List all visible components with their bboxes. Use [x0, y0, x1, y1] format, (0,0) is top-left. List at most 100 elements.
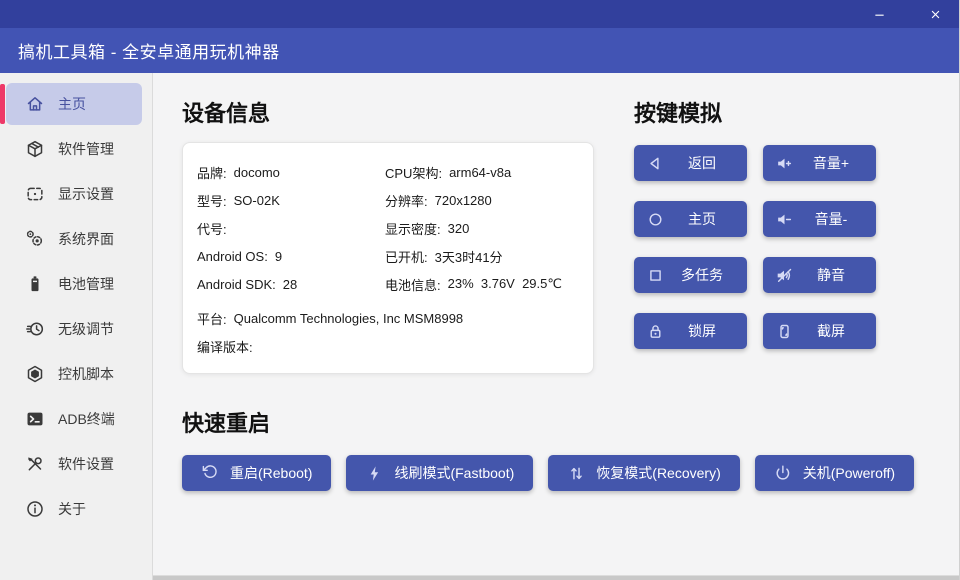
sidebar-item-hexagon[interactable]: 控机脚本 — [6, 353, 142, 395]
titlebar — [0, 0, 959, 28]
device-info-value: Qualcomm Technologies, Inc MSM8998 — [234, 311, 464, 326]
gears-icon — [25, 229, 45, 249]
screenshot-icon — [775, 322, 794, 341]
key-simulation-section: 按键模拟 返回 音量+ 主页 音量- 多任务 静音锁屏 截屏 — [634, 99, 876, 374]
key-simulation-title: 按键模拟 — [634, 99, 876, 129]
back-icon — [646, 154, 665, 173]
reboot-button-recovery[interactable]: 恢复模式(Recovery) — [548, 455, 739, 491]
lock-icon — [646, 322, 665, 341]
button-label: 锁屏 — [665, 321, 747, 341]
device-info-value: 9 — [275, 249, 282, 264]
keysim-button-mute[interactable]: 静音 — [763, 257, 876, 293]
keysim-button-lock[interactable]: 锁屏 — [634, 313, 747, 349]
bottom-strip — [153, 575, 959, 580]
device-info-value: SO-02K — [234, 193, 280, 208]
button-label: 多任务 — [665, 265, 747, 285]
keysim-button-back[interactable]: 返回 — [634, 145, 747, 181]
sidebar-item-tools[interactable]: 软件设置 — [6, 443, 142, 485]
device-info-label: 代号: — [197, 219, 227, 238]
sidebar-item-package[interactable]: 软件管理 — [6, 128, 142, 170]
device-info-value: docomo — [234, 165, 280, 180]
close-icon — [928, 7, 943, 22]
reboot-button-poweroff[interactable]: 关机(Poweroff) — [755, 455, 914, 491]
sidebar-item-label: ADB终端 — [58, 409, 115, 429]
close-button[interactable] — [919, 2, 951, 26]
volume-up-icon — [775, 154, 794, 173]
main-content: 设备信息 品牌:docomo型号:SO-02K代号:Android OS:9An… — [153, 73, 959, 580]
button-label: 返回 — [665, 153, 747, 173]
device-info-label: 已开机: — [385, 247, 428, 266]
sidebar-item-terminal[interactable]: ADB终端 — [6, 398, 142, 440]
terminal-icon — [25, 409, 45, 429]
device-info-label: CPU架构: — [385, 163, 442, 182]
device-info-card: 品牌: docomo 型号:SO-02K 代号: Android OS: 9Android… — [182, 142, 594, 374]
sidebar-item-gears[interactable]: 系统界面 — [6, 218, 142, 260]
device-info-label: Android OS: — [197, 249, 268, 264]
device-info-value: arm64-v8a — [449, 165, 511, 180]
sidebar-item-home[interactable]: 主页 — [6, 83, 142, 125]
quick-reboot-row: 重启(Reboot) 线刷模式(Fastboot) 恢复模式(Recovery) 关机… — [182, 455, 959, 491]
device-info-value: 23% 3.76V 29.5℃ — [448, 276, 562, 292]
device-info-full-rows: 平台: Qualcomm Technologies, Inc MSM8998 编译版… — [197, 304, 579, 360]
button-label: 音量+ — [794, 153, 876, 173]
button-label: 静音 — [794, 265, 876, 285]
device-info-row: Android OS: 9 — [197, 242, 385, 270]
app-title: 搞机工具箱 - 全安卓通用玩机神器 — [18, 38, 280, 63]
device-info-row: 分辨率: 720x1280 — [385, 186, 579, 214]
keysim-button-home-circle[interactable]: 主页 — [634, 201, 747, 237]
device-info-row: 型号:SO-02K — [197, 186, 385, 214]
app-header: 搞机工具箱 - 全安卓通用玩机神器 — [0, 28, 959, 73]
recovery-icon — [567, 464, 586, 483]
sidebar-item-info[interactable]: 关于 — [6, 488, 142, 530]
poweroff-icon — [774, 464, 793, 483]
button-label: 截屏 — [794, 321, 876, 341]
device-info-row: 显示密度: 320 — [385, 214, 579, 242]
device-info-value: 320 — [448, 221, 470, 236]
key-simulation-grid: 返回 音量+ 主页 音量- 多任务 静音锁屏 截屏 — [634, 145, 876, 349]
device-info-value: 3天3时41分 — [435, 247, 503, 266]
sidebar-item-label: 软件管理 — [58, 139, 114, 159]
device-info-right-column: CPU架构: arm64-v8a 分辨率: 720x1280 显示密度: 320 已开机: 3… — [385, 158, 579, 298]
device-info-label: 平台: — [197, 309, 227, 328]
quick-reboot-title: 快速重启 — [182, 409, 959, 439]
battery-icon — [25, 274, 45, 294]
device-info-value: 28 — [283, 277, 297, 292]
sidebar-item-display[interactable]: 显示设置 — [6, 173, 142, 215]
keysim-button-volume-down[interactable]: 音量- — [763, 201, 876, 237]
button-label: 音量- — [794, 209, 876, 229]
reboot-button-fastboot[interactable]: 线刷模式(Fastboot) — [346, 455, 533, 491]
reboot-icon — [201, 464, 220, 483]
minimize-button[interactable] — [863, 2, 895, 26]
volume-down-icon — [775, 210, 794, 229]
reboot-button-reboot[interactable]: 重启(Reboot) — [182, 455, 331, 491]
device-info-row: 电池信息: 23% 3.76V 29.5℃ — [385, 270, 579, 298]
device-info-row: 编译版本: — [197, 332, 579, 360]
device-info-label: 显示密度: — [385, 219, 441, 238]
quick-reboot-section: 快速重启 重启(Reboot) 线刷模式(Fastboot) 恢复模式(Recove… — [182, 409, 959, 491]
button-label: 线刷模式(Fastboot) — [394, 463, 514, 483]
keysim-button-screenshot[interactable]: 截屏 — [763, 313, 876, 349]
device-info-label: 电池信息: — [385, 275, 441, 294]
sidebar-item-label: 主页 — [58, 94, 86, 114]
minimize-icon — [872, 7, 887, 22]
sidebar-item-speed[interactable]: 无级调节 — [6, 308, 142, 350]
device-info-left-column: 品牌: docomo 型号:SO-02K 代号: Android OS: 9Android… — [197, 158, 385, 298]
device-info-label: 品牌: — [197, 163, 227, 182]
device-info-value: 720x1280 — [435, 193, 492, 208]
hexagon-icon — [25, 364, 45, 384]
keysim-button-multitask[interactable]: 多任务 — [634, 257, 747, 293]
sidebar-item-label: 关于 — [58, 499, 86, 519]
sidebar-item-label: 控机脚本 — [58, 364, 114, 384]
sidebar-item-battery[interactable]: 电池管理 — [6, 263, 142, 305]
info-icon — [25, 499, 45, 519]
button-label: 重启(Reboot) — [230, 463, 312, 483]
device-info-label: 分辨率: — [385, 191, 428, 210]
sidebar-item-label: 无级调节 — [58, 319, 114, 339]
keysim-button-volume-up[interactable]: 音量+ — [763, 145, 876, 181]
device-info-row: 品牌: docomo — [197, 158, 385, 186]
home-icon — [25, 94, 45, 114]
active-indicator — [0, 84, 5, 124]
device-info-row: 平台: Qualcomm Technologies, Inc MSM8998 — [197, 304, 579, 332]
sidebar-item-label: 系统界面 — [58, 229, 114, 249]
sidebar: 主页软件管理显示设置系统界面电池管理无级调节控机脚本 ADB终端软件设置关于 — [0, 73, 153, 580]
